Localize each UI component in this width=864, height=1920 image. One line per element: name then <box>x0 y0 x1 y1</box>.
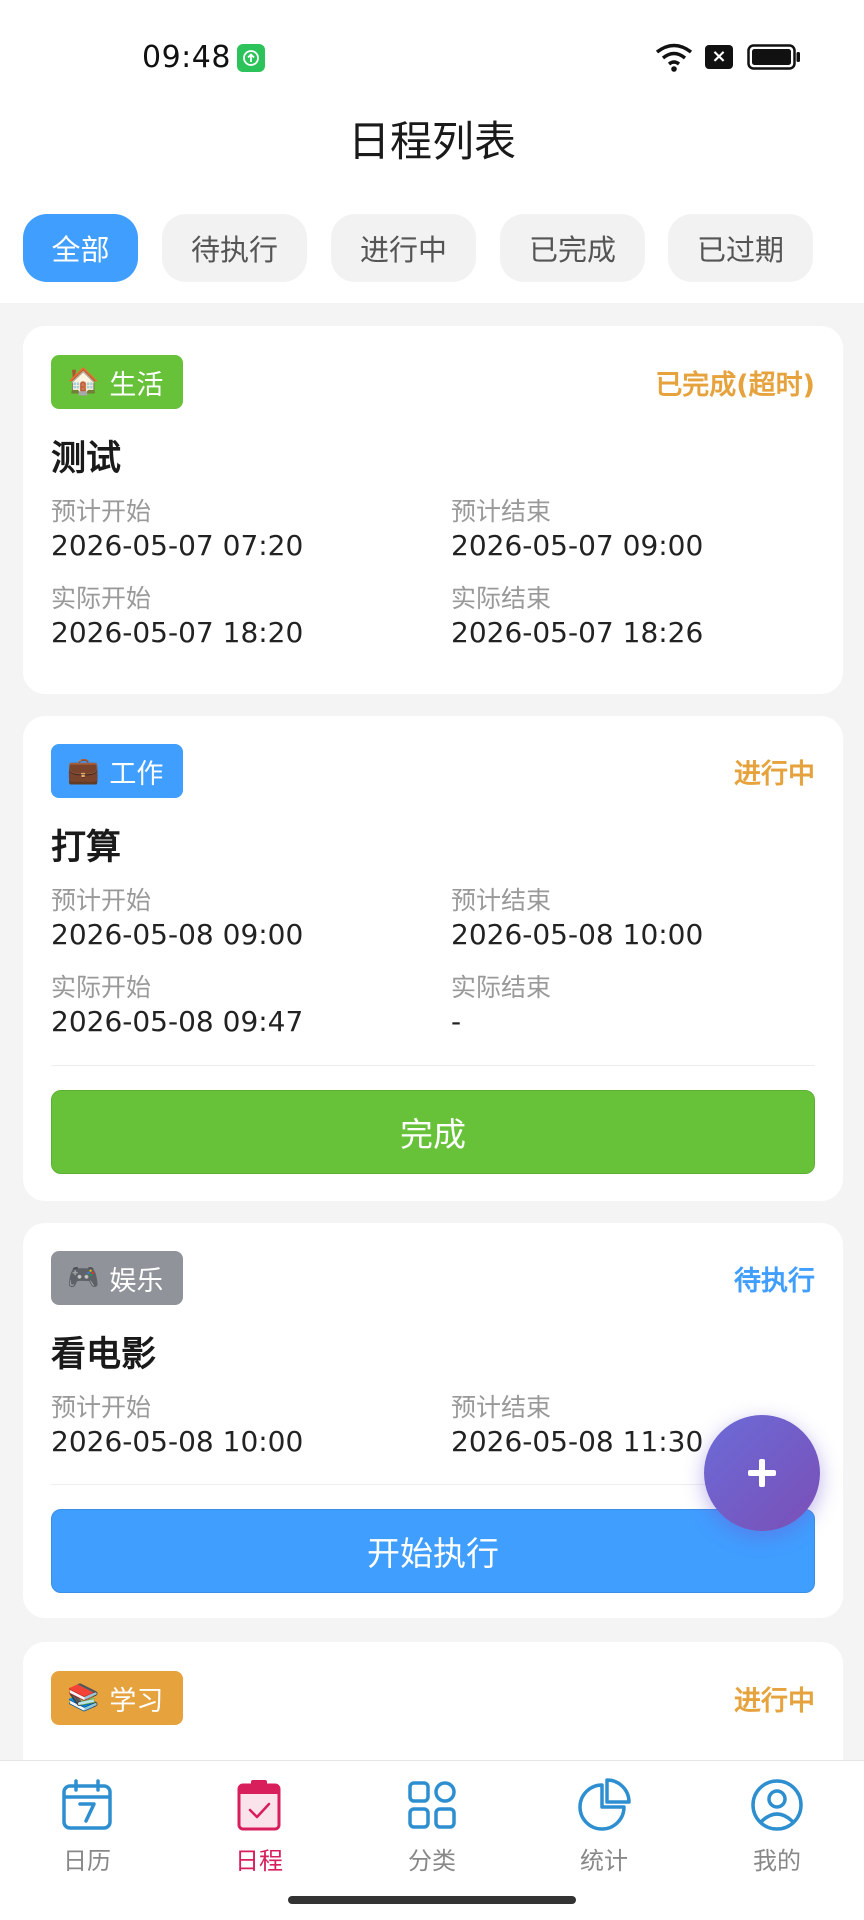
nav-label-schedule: 日程 <box>235 1847 283 1875</box>
category-label: 工作 <box>109 758 164 790</box>
no-sim-icon: × <box>705 45 733 69</box>
nav-label-calendar: 日历 <box>63 1847 111 1875</box>
nav-label-profile: 我的 <box>753 1847 801 1875</box>
plus-icon <box>748 1459 776 1487</box>
filter-in-progress-label: 进行中 <box>359 233 447 267</box>
house-icon: 🏠 <box>67 367 100 397</box>
add-schedule-button[interactable] <box>704 1415 820 1531</box>
filter-expired[interactable]: 已过期 <box>668 214 813 282</box>
filter-pending-label: 待执行 <box>190 233 278 267</box>
planned-start-label: 预计开始 <box>51 886 152 915</box>
profile-icon <box>751 1779 803 1831</box>
gamepad-icon: 🎮 <box>67 1263 100 1293</box>
battery-icon <box>747 44 801 74</box>
schedule-card[interactable]: 🎮 娱乐 待执行 看电影 预计开始 2026-05-08 10:00 预计结束 … <box>23 1223 843 1618</box>
actual-end-label: 实际结束 <box>451 584 552 613</box>
calendar-icon <box>62 1779 112 1830</box>
actual-start-label: 实际开始 <box>51 973 152 1002</box>
card-divider <box>51 1484 815 1485</box>
category-label: 生活 <box>109 369 164 401</box>
status-badge: 进行中 <box>734 1686 815 1717</box>
planned-end-label: 预计结束 <box>451 886 552 915</box>
nav-label-category: 分类 <box>408 1847 456 1875</box>
planned-start-value: 2026-05-08 09:00 <box>51 918 304 951</box>
nav-item-calendar[interactable]: 日历 <box>27 1777 147 1887</box>
header-area: 09:48 × 日程列表 全部 待执行 进行中 已完成 已过期 <box>0 0 864 303</box>
nav-item-category[interactable]: 分类 <box>372 1777 492 1887</box>
start-button[interactable]: 开始执行 <box>51 1509 815 1593</box>
schedule-title: 看电影 <box>51 1335 157 1375</box>
actual-end-value: 2026-05-07 18:26 <box>451 616 704 649</box>
page-title: 日程列表 <box>347 117 516 166</box>
schedule-card[interactable]: 💼 工作 进行中 打算 预计开始 2026-05-08 09:00 预计结束 2… <box>23 716 843 1201</box>
planned-end-value: 2026-05-07 09:00 <box>451 529 704 562</box>
planned-start-value: 2026-05-07 07:20 <box>51 529 304 562</box>
status-time: 09:48 <box>142 40 231 75</box>
filter-completed[interactable]: 已完成 <box>500 214 645 282</box>
planned-start-value: 2026-05-08 10:00 <box>51 1425 304 1458</box>
card-divider <box>51 1065 815 1066</box>
filter-pending[interactable]: 待执行 <box>162 214 307 282</box>
category-icon <box>408 1781 456 1829</box>
schedule-title: 测试 <box>51 439 122 479</box>
status-bar: 09:48 × <box>0 0 864 110</box>
status-badge: 待执行 <box>734 1266 815 1297</box>
category-tag: 🏠 生活 <box>51 355 184 409</box>
category-tag: 💼 工作 <box>51 744 184 798</box>
schedule-icon <box>237 1780 281 1831</box>
complete-button[interactable]: 完成 <box>51 1090 815 1174</box>
actual-end-value: - <box>451 1005 462 1038</box>
filter-all[interactable]: 全部 <box>23 214 138 282</box>
wifi-icon <box>654 42 694 76</box>
planned-start-label: 预计开始 <box>51 497 152 526</box>
category-tag: 🎮 娱乐 <box>51 1251 184 1305</box>
schedule-card[interactable]: 🏠 生活 已完成(超时) 测试 预计开始 2026-05-07 07:20 预计… <box>23 326 843 694</box>
actual-start-value: 2026-05-08 09:47 <box>51 1005 304 1038</box>
actual-end-label: 实际结束 <box>451 973 552 1002</box>
schedule-title: 打算 <box>51 828 122 868</box>
filter-expired-label: 已过期 <box>696 233 784 267</box>
planned-end-value: 2026-05-08 11:30 <box>451 1425 704 1458</box>
category-label: 学习 <box>109 1685 164 1717</box>
start-button-label: 开始执行 <box>367 1534 499 1573</box>
actual-start-label: 实际开始 <box>51 584 152 613</box>
nav-item-schedule[interactable]: 日程 <box>199 1777 319 1887</box>
nav-item-profile[interactable]: 我的 <box>717 1777 837 1887</box>
planned-start-label: 预计开始 <box>51 1393 152 1422</box>
stats-icon <box>578 1778 631 1831</box>
planned-end-value: 2026-05-08 10:00 <box>451 918 704 951</box>
upload-notification-icon <box>237 44 265 72</box>
actual-start-value: 2026-05-07 18:20 <box>51 616 304 649</box>
status-badge: 进行中 <box>734 759 815 790</box>
planned-end-label: 预计结束 <box>451 1393 552 1422</box>
nav-item-stats[interactable]: 统计 <box>544 1777 664 1887</box>
nav-label-stats: 统计 <box>580 1847 628 1875</box>
home-indicator <box>288 1896 576 1904</box>
category-tag: 📚 学习 <box>51 1671 184 1725</box>
filter-completed-label: 已完成 <box>528 233 616 267</box>
complete-button-label: 完成 <box>400 1115 466 1154</box>
status-badge: 已完成(超时) <box>655 370 815 401</box>
planned-end-label: 预计结束 <box>451 497 552 526</box>
filter-all-label: 全部 <box>51 233 110 267</box>
books-icon: 📚 <box>67 1683 100 1713</box>
briefcase-icon: 💼 <box>67 756 100 786</box>
filter-in-progress[interactable]: 进行中 <box>331 214 476 282</box>
category-label: 娱乐 <box>109 1265 164 1297</box>
